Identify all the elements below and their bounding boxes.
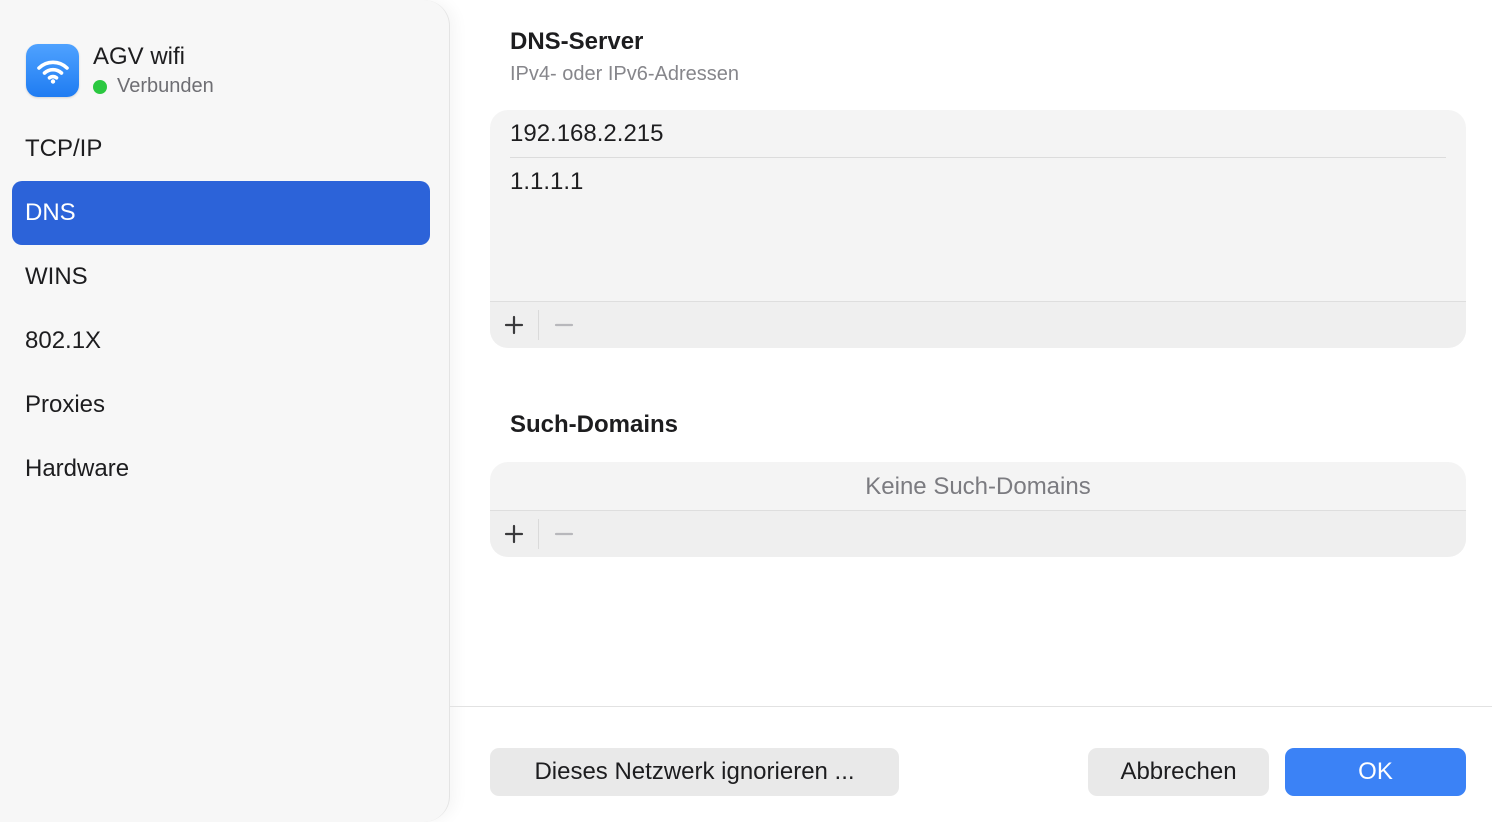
sidebar-item-hardware[interactable]: Hardware (12, 437, 430, 501)
dns-server-subtitle: IPv4- oder IPv6-Adressen (510, 63, 739, 85)
sidebar: AGV wifi Verbunden TCP/IP DNS WINS 802.1… (0, 0, 450, 822)
search-domains-empty: Keine Such-Domains (865, 473, 1091, 500)
plus-icon (504, 315, 524, 335)
status-dot-icon (93, 79, 107, 94)
footer-divider (450, 706, 1492, 707)
remove-search-domain-button[interactable] (539, 511, 588, 557)
wifi-icon (26, 44, 79, 97)
dns-server-entry[interactable]: 1.1.1.1 (490, 158, 1466, 205)
dns-server-entry[interactable]: 192.168.2.215 (490, 110, 1466, 157)
connection-status-label: Verbunden (117, 75, 214, 97)
connection-status: Verbunden (93, 75, 214, 98)
network-name: AGV wifi (93, 43, 186, 70)
main-panel: DNS-Server IPv4- oder IPv6-Adressen 192.… (450, 0, 1492, 822)
sidebar-item-wins[interactable]: WINS (12, 245, 430, 309)
search-domains-controls (490, 510, 1466, 557)
cancel-button[interactable]: Abbrechen (1088, 748, 1269, 796)
sidebar-item-tcpip[interactable]: TCP/IP (12, 117, 430, 181)
dns-server-title: DNS-Server (510, 28, 644, 55)
minus-icon (554, 532, 573, 536)
dns-server-list: 192.168.2.215 1.1.1.1 (490, 110, 1466, 348)
dns-list-controls (490, 301, 1466, 348)
sidebar-item-8021x[interactable]: 802.1X (12, 309, 430, 373)
network-details-window: AGV wifi Verbunden TCP/IP DNS WINS 802.1… (0, 0, 1492, 822)
sidebar-item-proxies[interactable]: Proxies (12, 373, 430, 437)
search-domains-title: Such-Domains (510, 411, 679, 438)
sidebar-item-dns[interactable]: DNS (12, 181, 430, 245)
minus-icon (554, 323, 573, 327)
network-header: AGV wifi Verbunden (26, 43, 214, 98)
search-domains-list: Keine Such-Domains (490, 462, 1466, 557)
remove-dns-server-button[interactable] (539, 302, 588, 348)
add-search-domain-button[interactable] (490, 519, 539, 549)
ok-button[interactable]: OK (1285, 748, 1466, 796)
plus-icon (504, 524, 524, 544)
sidebar-nav: TCP/IP DNS WINS 802.1X Proxies Hardware (12, 117, 430, 501)
add-dns-server-button[interactable] (490, 310, 539, 340)
forget-network-button[interactable]: Dieses Netzwerk ignorieren ... (490, 748, 899, 796)
